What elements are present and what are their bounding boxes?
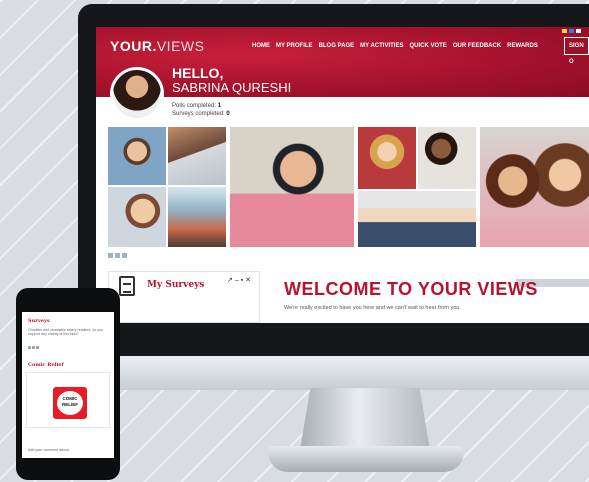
surveys-completed: Surveys completed: 0 <box>172 111 230 117</box>
photo-tile <box>108 187 166 247</box>
share-icon[interactable] <box>36 346 39 349</box>
my-surveys-widget: My Surveys ↗ – ▪ ✕ <box>108 271 260 323</box>
flag-icon[interactable] <box>562 29 567 33</box>
sign-out-button[interactable]: SIGN O <box>564 37 589 65</box>
photo-tile-large <box>230 127 354 247</box>
phone-screen: Surveys Charities and charitable lottery… <box>22 312 114 458</box>
photo-tile <box>108 127 166 185</box>
avatar[interactable] <box>110 67 164 121</box>
photo-tile <box>168 127 226 185</box>
monitor-chin <box>78 356 589 390</box>
share-icons[interactable] <box>108 253 127 258</box>
flag-icon[interactable] <box>576 29 581 33</box>
nav-quick-vote[interactable]: QUICK VOTE <box>409 43 446 49</box>
phone-surveys-title: Surveys <box>28 318 50 324</box>
share-icon[interactable] <box>28 346 31 349</box>
welcome-heading: WELCOME TO YOUR VIEWS <box>284 279 538 299</box>
nav-our-feedback[interactable]: OUR FEEDBACK <box>453 43 501 49</box>
phone-share-icons[interactable] <box>28 346 39 349</box>
flag-icon[interactable] <box>569 29 574 33</box>
phone-surveys-text: Charities and charitable lottery retaile… <box>28 328 104 336</box>
user-name: SABRINA QURESHI <box>172 80 292 95</box>
website-screen: YOUR.VIEWS HOME MY PROFILE BLOG PAGE MY … <box>96 27 589 323</box>
share-icon[interactable] <box>108 253 113 258</box>
nav-my-activities[interactable]: MY ACTIVITIES <box>360 43 403 49</box>
language-flags[interactable] <box>562 29 581 33</box>
comic-relief-card[interactable]: COMIC RELIEF <box>26 372 110 428</box>
photo-tile <box>480 127 589 247</box>
nav-home[interactable]: HOME <box>252 43 270 49</box>
nav-my-profile[interactable]: MY PROFILE <box>276 43 313 49</box>
phone-comic-relief-title: Comic Relief <box>28 362 64 368</box>
document-icon <box>119 276 135 296</box>
main-nav: HOME MY PROFILE BLOG PAGE MY ACTIVITIES … <box>252 43 538 49</box>
photo-tile <box>168 187 226 247</box>
site-logo[interactable]: YOUR.VIEWS <box>110 38 204 54</box>
share-icon[interactable] <box>115 253 120 258</box>
greeting: HELLO, <box>172 65 224 81</box>
nav-rewards[interactable]: REWARDS <box>507 43 538 49</box>
comic-relief-logo: COMIC RELIEF <box>53 387 87 419</box>
share-icon[interactable] <box>32 346 35 349</box>
photo-tile <box>418 127 476 189</box>
site-header: YOUR.VIEWS HOME MY PROFILE BLOG PAGE MY … <box>96 27 589 97</box>
photo-tile <box>358 127 416 189</box>
phone-footer-text: Add your comment above <box>28 448 69 452</box>
widget-title: My Surveys <box>147 280 205 290</box>
polls-completed: Polls completed: 1 <box>172 103 222 109</box>
monitor-stand-base <box>268 446 464 472</box>
welcome-subtitle: We're really excited to have you here an… <box>284 305 461 311</box>
widget-controls[interactable]: ↗ – ▪ ✕ <box>227 276 251 284</box>
share-icon[interactable] <box>122 253 127 258</box>
monitor-stand-neck <box>300 388 430 450</box>
nav-blog-page[interactable]: BLOG PAGE <box>319 43 355 49</box>
photo-tile <box>358 191 476 247</box>
